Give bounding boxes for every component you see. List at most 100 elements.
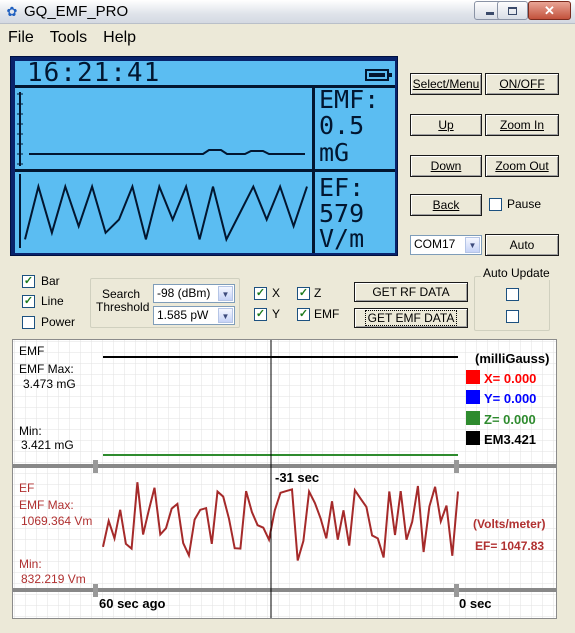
- down-button[interactable]: Down: [410, 155, 482, 177]
- lcd-time: 16:21:41: [27, 58, 161, 88]
- auto-update-emf-checkbox[interactable]: [506, 310, 519, 323]
- get-emf-data-button[interactable]: GET EMF DATA: [354, 308, 468, 328]
- power-checkbox[interactable]: [22, 316, 35, 329]
- lcd-ef-unit: V/m: [319, 224, 365, 253]
- zoom-out-button[interactable]: Zoom Out: [485, 155, 559, 177]
- on-off-button[interactable]: ON/OFF: [485, 73, 559, 95]
- back-button[interactable]: Back: [410, 194, 482, 216]
- pause-checkbox[interactable]: [489, 198, 502, 211]
- check-icon: ✓: [298, 287, 309, 299]
- dbm-value: -98 (dBm): [157, 286, 211, 300]
- lcd-emf-value: 0.5: [319, 111, 365, 140]
- up-label: Up: [438, 118, 454, 132]
- chevron-down-icon: ▼: [218, 286, 233, 301]
- ef-readout: EF= 1047.83: [475, 539, 545, 553]
- x-color-swatch: [466, 370, 480, 384]
- lcd-ef-value: 579: [319, 199, 365, 228]
- emf-min-label: Min:: [19, 424, 42, 438]
- maximize-button[interactable]: [497, 1, 528, 20]
- emf-checkbox[interactable]: ✓: [297, 308, 310, 321]
- bar-checkbox[interactable]: ✓: [22, 275, 35, 288]
- lcd-screen: 16:21:41 EMF: 0.5 mG EF: 579 V/m: [15, 58, 395, 253]
- check-icon: ✓: [255, 308, 266, 320]
- ef-max-label: EMF Max:: [19, 498, 74, 512]
- ef-min-label: Min:: [19, 557, 42, 571]
- dbm-select[interactable]: -98 (dBm) ▼: [153, 284, 235, 303]
- ef-graph-title: EF: [19, 481, 35, 495]
- get-rf-data-button[interactable]: GET RF DATA: [354, 282, 468, 302]
- emf-unit-label: (milliGauss): [475, 351, 550, 366]
- get-rf-label: GET RF DATA: [372, 285, 450, 299]
- com-port-value: COM17: [414, 237, 456, 251]
- menu-help[interactable]: Help: [95, 27, 144, 49]
- auto-label: Auto: [509, 238, 535, 252]
- lcd-ef-label: EF:: [319, 173, 365, 202]
- zoom-out-label: Zoom Out: [495, 159, 549, 173]
- z-label: Z: [314, 286, 322, 300]
- power-label: Power: [41, 315, 76, 329]
- x-readout: X= 0.000: [484, 371, 537, 386]
- ef-unit-label: (Volts/meter): [473, 517, 546, 531]
- line-checkbox[interactable]: ✓: [22, 295, 35, 308]
- menu-tools[interactable]: Tools: [42, 27, 95, 49]
- select-menu-label: Select/Menu: [412, 77, 480, 91]
- y-label: Y: [272, 307, 281, 321]
- bar-label: Bar: [41, 274, 60, 288]
- right-time-label: 0 sec: [459, 596, 492, 611]
- ef-left-handle[interactable]: [93, 584, 98, 597]
- emf-left-handle[interactable]: [93, 460, 98, 473]
- battery-icon: [365, 69, 392, 81]
- menu-file[interactable]: File: [0, 27, 42, 49]
- maximize-icon: [508, 6, 517, 15]
- lcd-emf-unit: mG: [319, 138, 350, 167]
- title-bar: ✿ GQ_EMF_PRO ✕: [0, 0, 575, 24]
- lcd-emf-graph: [17, 92, 305, 166]
- x-label: X: [272, 286, 281, 300]
- z-color-swatch: [466, 411, 480, 425]
- check-icon: ✓: [23, 275, 34, 287]
- pause-label: Pause: [507, 197, 542, 211]
- check-icon: ✓: [23, 295, 34, 307]
- emf-label: EMF: [314, 307, 340, 321]
- search-threshold-label: Search Threshold: [96, 288, 150, 314]
- left-time-label: 60 sec ago: [99, 596, 166, 611]
- emf-right-handle[interactable]: [454, 460, 459, 473]
- on-off-label: ON/OFF: [499, 77, 545, 91]
- lcd-ef-graph: [19, 174, 308, 248]
- auto-button[interactable]: Auto: [485, 234, 559, 256]
- com-port-select[interactable]: COM17 ▼: [410, 235, 482, 255]
- close-icon: ✕: [544, 2, 555, 18]
- pw-value: 1.585 pW: [157, 308, 209, 322]
- minimize-icon: [485, 12, 494, 15]
- up-button[interactable]: Up: [410, 114, 482, 136]
- app-icon: ✿: [6, 4, 18, 19]
- emf-max-label: EMF Max:: [19, 362, 74, 376]
- search-label-line2: Threshold: [96, 300, 150, 314]
- close-button[interactable]: ✕: [528, 1, 571, 20]
- auto-update-label: Auto Update: [481, 266, 552, 280]
- select-menu-button[interactable]: Select/Menu: [410, 73, 482, 95]
- get-emf-label: GET EMF DATA: [364, 310, 458, 326]
- z-checkbox[interactable]: ✓: [297, 287, 310, 300]
- line-label: Line: [41, 294, 64, 308]
- ef-max-value: 1069.364 Vm: [21, 514, 93, 528]
- emf-graph-title: EMF: [19, 344, 45, 358]
- zoom-in-label: Zoom In: [499, 118, 544, 132]
- y-color-swatch: [466, 390, 480, 404]
- pw-select[interactable]: 1.585 pW ▼: [153, 306, 235, 325]
- emf-max-value: 3.473 mG: [23, 377, 76, 391]
- lcd-display: 16:21:41 EMF: 0.5 mG EF: 579 V/m: [10, 56, 398, 256]
- zoom-in-button[interactable]: Zoom In: [485, 114, 559, 136]
- check-icon: ✓: [255, 287, 266, 299]
- check-icon: ✓: [298, 308, 309, 320]
- cursor-time-label: -31 sec: [275, 470, 320, 485]
- chevron-down-icon: ▼: [465, 237, 480, 253]
- em-color-swatch: [466, 431, 480, 445]
- lcd-emf-label: EMF:: [319, 85, 380, 114]
- emf-min-value: 3.421 mG: [21, 438, 74, 452]
- lcd-divider-vertical: [312, 88, 315, 253]
- back-label: Back: [432, 198, 460, 212]
- y-checkbox[interactable]: ✓: [254, 308, 267, 321]
- x-checkbox[interactable]: ✓: [254, 287, 267, 300]
- auto-update-rf-checkbox[interactable]: [506, 288, 519, 301]
